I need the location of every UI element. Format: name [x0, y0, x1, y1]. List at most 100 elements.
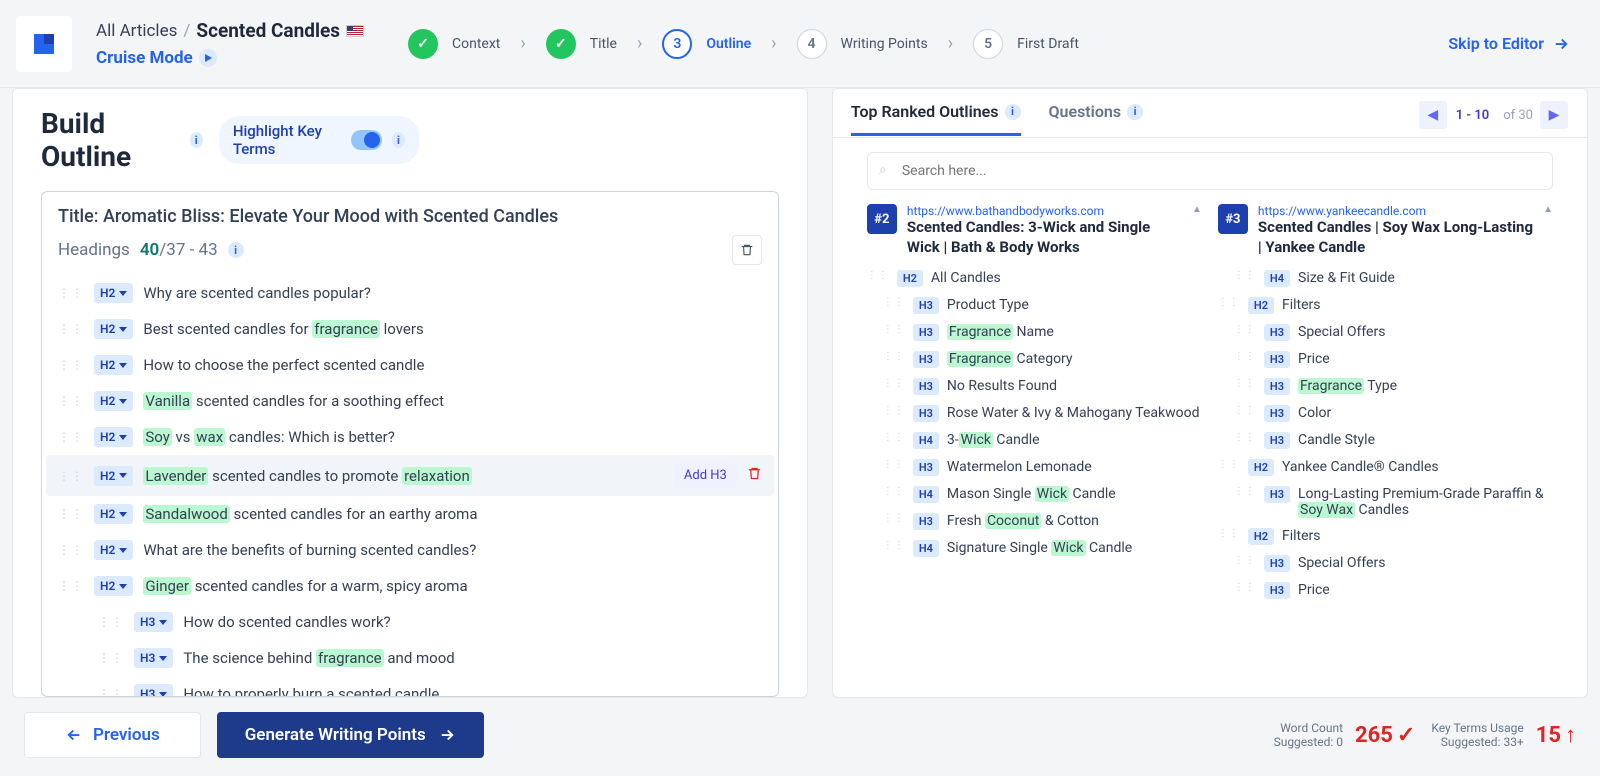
outline-row[interactable]: ⋮⋮ H2 How to choose the perfect scented c…: [46, 347, 774, 383]
competitor-heading[interactable]: ⋮⋮H3Fragrance Name: [867, 319, 1202, 346]
clear-outline-button[interactable]: [732, 235, 762, 265]
toggle-switch[interactable]: [351, 130, 382, 150]
drag-handle-icon[interactable]: ⋮⋮: [58, 394, 84, 408]
heading-level-selector[interactable]: H2: [94, 391, 133, 411]
competitor-heading[interactable]: ⋮⋮H43-Wick Candle: [867, 427, 1202, 454]
drag-handle-icon[interactable]: ⋮⋮: [58, 322, 84, 336]
outline-row[interactable]: ⋮⋮H3 How to properly burn a scented cand…: [46, 676, 774, 696]
heading-level-selector[interactable]: H2: [94, 283, 133, 303]
competitor-url[interactable]: https://www.yankeecandle.com: [1258, 204, 1533, 218]
competitor-heading[interactable]: ⋮⋮H3Price: [1218, 346, 1553, 373]
heading-text[interactable]: Vanilla scented candles for a soothing e…: [143, 392, 444, 410]
outline-row[interactable]: ⋮⋮ H3 The science behind fragrance and mo…: [46, 640, 774, 676]
drag-handle-icon[interactable]: ⋮⋮: [1234, 432, 1256, 443]
competitor-heading[interactable]: ⋮⋮H3Long-Lasting Premium-Grade Paraffin …: [1218, 481, 1553, 523]
step-writing-points[interactable]: 4Writing Points: [783, 29, 942, 59]
competitor-heading[interactable]: ⋮⋮H3Watermelon Lemonade: [867, 454, 1202, 481]
drag-handle-icon[interactable]: ⋮⋮: [1234, 378, 1256, 389]
step-context[interactable]: ✓Context: [394, 29, 514, 59]
drag-handle-icon[interactable]: ⋮⋮: [883, 324, 905, 335]
competitor-title[interactable]: Scented Candles: 3-Wick and Single Wick …: [907, 218, 1182, 257]
drag-handle-icon[interactable]: ⋮⋮: [883, 459, 905, 470]
drag-handle-icon[interactable]: ⋮⋮: [58, 358, 84, 372]
search-input[interactable]: [867, 152, 1553, 190]
heading-level-selector[interactable]: H3: [134, 648, 173, 668]
competitor-heading[interactable]: ⋮⋮H2Filters: [1218, 523, 1553, 550]
competitor-heading[interactable]: ⋮⋮H3Color: [1218, 400, 1553, 427]
drag-handle-icon[interactable]: ⋮⋮: [883, 378, 905, 389]
heading-text[interactable]: Lavender scented candles to promote rela…: [143, 467, 471, 485]
step-title[interactable]: ✓Title: [532, 29, 631, 59]
drag-handle-icon[interactable]: ⋮⋮: [1218, 459, 1240, 470]
drag-handle-icon[interactable]: ⋮⋮: [98, 651, 124, 665]
competitor-heading[interactable]: ⋮⋮H3No Results Found: [867, 373, 1202, 400]
info-icon[interactable]: i: [392, 132, 405, 148]
competitor-heading[interactable]: ⋮⋮H2Yankee Candle® Candles: [1218, 454, 1553, 481]
heading-level-selector[interactable]: H3: [134, 612, 173, 632]
outline-row[interactable]: ⋮⋮ H2 Why are scented candles popular?: [46, 275, 774, 311]
highlight-key-terms-toggle[interactable]: Highlight Key Terms i: [219, 116, 419, 164]
outline-row[interactable]: ⋮⋮ H2 Sandalwood scented candles for an e…: [46, 496, 774, 532]
info-icon[interactable]: i: [190, 132, 203, 148]
add-h3-button[interactable]: Add H3: [674, 463, 737, 488]
heading-text[interactable]: How to choose the perfect scented candle: [143, 356, 424, 374]
drag-handle-icon[interactable]: ⋮⋮: [98, 615, 124, 629]
heading-text[interactable]: What are the benefits of burning scented…: [143, 541, 476, 559]
competitor-heading[interactable]: ⋮⋮H3Special Offers: [1218, 550, 1553, 577]
competitor-heading[interactable]: ⋮⋮H4Signature Single Wick Candle: [867, 535, 1202, 562]
heading-text[interactable]: Best scented candles for fragrance lover…: [143, 320, 423, 338]
competitor-heading[interactable]: ⋮⋮H3Candle Style: [1218, 427, 1553, 454]
step-outline[interactable]: 3Outline: [648, 29, 765, 59]
heading-text[interactable]: The science behind fragrance and mood: [183, 649, 454, 667]
heading-level-selector[interactable]: H2: [94, 319, 133, 339]
drag-handle-icon[interactable]: ⋮⋮: [58, 430, 84, 444]
drag-handle-icon[interactable]: ⋮⋮: [1234, 486, 1256, 497]
drag-handle-icon[interactable]: ⋮⋮: [883, 297, 905, 308]
drag-handle-icon[interactable]: ⋮⋮: [883, 405, 905, 416]
drag-handle-icon[interactable]: ⋮⋮: [58, 507, 84, 521]
info-icon[interactable]: i: [1127, 104, 1143, 120]
drag-handle-icon[interactable]: ⋮⋮: [883, 351, 905, 362]
heading-text[interactable]: How do scented candles work?: [183, 613, 390, 631]
cruise-mode-button[interactable]: Cruise Mode: [96, 48, 364, 68]
drag-handle-icon[interactable]: ⋮⋮: [867, 270, 889, 281]
drag-handle-icon[interactable]: ⋮⋮: [883, 513, 905, 524]
competitor-title[interactable]: Scented Candles | Soy Wax Long-Lasting |…: [1258, 218, 1533, 257]
drag-handle-icon[interactable]: ⋮⋮: [1218, 297, 1240, 308]
heading-level-selector[interactable]: H2: [94, 504, 133, 524]
drag-handle-icon[interactable]: ⋮⋮: [58, 469, 84, 483]
tab-top-outlines[interactable]: Top Ranked Outlinesi: [851, 102, 1021, 136]
outline-row[interactable]: ⋮⋮H2 Ginger scented candles for a warm, …: [46, 568, 774, 604]
app-logo[interactable]: [16, 16, 72, 72]
drag-handle-icon[interactable]: ⋮⋮: [883, 486, 905, 497]
drag-handle-icon[interactable]: ⋮⋮: [58, 579, 84, 593]
competitor-heading[interactable]: ⋮⋮H2All Candles: [867, 265, 1202, 292]
competitor-heading[interactable]: ⋮⋮H3Fresh Coconut & Cotton: [867, 508, 1202, 535]
drag-handle-icon[interactable]: ⋮⋮: [1234, 324, 1256, 335]
heading-text[interactable]: Why are scented candles popular?: [143, 284, 371, 302]
drag-handle-icon[interactable]: ⋮⋮: [883, 540, 905, 551]
heading-text[interactable]: Ginger scented candles for a warm, spicy…: [143, 577, 467, 595]
competitor-heading[interactable]: ⋮⋮H3Fragrance Category: [867, 346, 1202, 373]
generate-writing-points-button[interactable]: Generate Writing Points: [217, 712, 484, 758]
competitor-heading[interactable]: ⋮⋮H3Rose Water & Ivy & Mahogany Teakwood: [867, 400, 1202, 427]
competitor-url[interactable]: https://www.bathandbodyworks.com: [907, 204, 1182, 218]
heading-text[interactable]: Sandalwood scented candles for an earthy…: [143, 505, 477, 523]
heading-level-selector[interactable]: H2: [94, 355, 133, 375]
drag-handle-icon[interactable]: ⋮⋮: [98, 687, 124, 696]
competitor-heading[interactable]: ⋮⋮H4Mason Single Wick Candle: [867, 481, 1202, 508]
heading-level-selector[interactable]: H3: [134, 684, 173, 696]
drag-handle-icon[interactable]: ⋮⋮: [1234, 351, 1256, 362]
drag-handle-icon[interactable]: ⋮⋮: [1234, 270, 1256, 281]
outline-row[interactable]: ⋮⋮H2 What are the benefits of burning sc…: [46, 532, 774, 568]
page-prev-button[interactable]: ◀: [1419, 101, 1447, 129]
competitor-heading[interactable]: ⋮⋮H2Filters: [1218, 292, 1553, 319]
info-icon[interactable]: i: [1005, 104, 1021, 120]
previous-button[interactable]: Previous: [24, 712, 201, 758]
page-next-button[interactable]: ▶: [1540, 101, 1568, 129]
step-first-draft[interactable]: 5First Draft: [959, 29, 1093, 59]
outline-row[interactable]: ⋮⋮H2 Lavender scented candles to promote…: [46, 455, 774, 496]
info-icon[interactable]: i: [228, 242, 244, 258]
outline-row[interactable]: ⋮⋮ H2 Vanilla scented candles for a sooth…: [46, 383, 774, 419]
drag-handle-icon[interactable]: ⋮⋮: [58, 286, 84, 300]
